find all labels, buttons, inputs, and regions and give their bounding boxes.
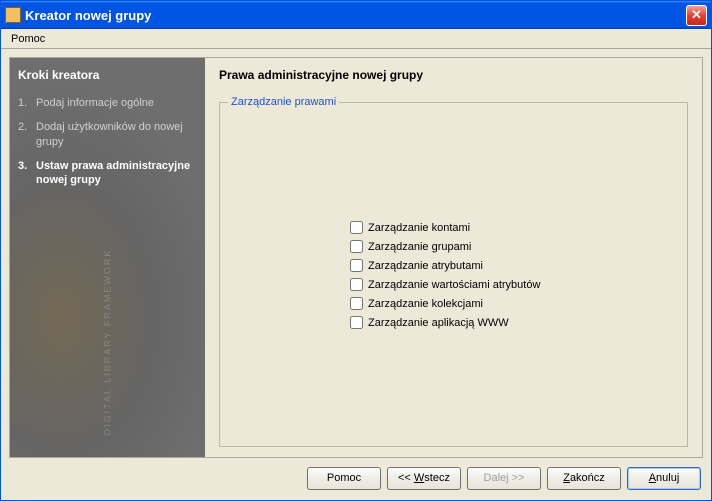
checkbox-www[interactable] bbox=[350, 316, 363, 329]
right-panel: Prawa administracyjne nowej grupy Zarząd… bbox=[205, 58, 702, 457]
checkbox-accounts[interactable] bbox=[350, 221, 363, 234]
checkbox-row-collections: Zarządzanie kolekcjami bbox=[350, 297, 677, 310]
checkbox-label: Zarządzanie atrybutami bbox=[368, 260, 483, 272]
checkbox-row-groups: Zarządzanie grupami bbox=[350, 240, 677, 253]
next-button: Dalej >> bbox=[467, 467, 541, 490]
checkbox-row-accounts: Zarządzanie kontami bbox=[350, 221, 677, 234]
checkbox-label: Zarządzanie wartościami atrybutów bbox=[368, 279, 540, 291]
finish-button[interactable]: Zakończ bbox=[547, 467, 621, 490]
step-list: 1. Podaj informacje ogólne 2. Dodaj użyt… bbox=[18, 96, 197, 187]
help-button[interactable]: Pomoc bbox=[307, 467, 381, 490]
menu-help[interactable]: Pomoc bbox=[5, 31, 51, 47]
button-bar: Pomoc << Wstecz Dalej >> Zakończ Anuluj bbox=[9, 458, 703, 492]
menubar: Pomoc bbox=[1, 29, 711, 49]
fieldset-legend: Zarządzanie prawami bbox=[228, 96, 339, 108]
checkbox-row-attr-values: Zarządzanie wartościami atrybutów bbox=[350, 278, 677, 291]
close-icon: ✕ bbox=[691, 7, 702, 23]
sidebar-title: Kroki kreatora bbox=[18, 68, 197, 82]
step-num: 3. bbox=[18, 159, 36, 188]
main-area: Kroki kreatora 1. Podaj informacje ogóln… bbox=[9, 57, 703, 458]
checkbox-label: Zarządzanie aplikacją WWW bbox=[368, 317, 509, 329]
checkbox-label: Zarządzanie kontami bbox=[368, 222, 470, 234]
titlebar: Kreator nowej grupy ✕ bbox=[1, 1, 711, 29]
rights-fieldset: Zarządzanie prawami Zarządzanie kontami … bbox=[219, 102, 688, 447]
sidebar-watermark: DIGITAL LIBRARY FRAMEWORK bbox=[103, 245, 113, 440]
checkbox-collections[interactable] bbox=[350, 297, 363, 310]
window-title: Kreator nowej grupy bbox=[25, 8, 686, 23]
step-label: Dodaj użytkowników do nowej grupy bbox=[36, 120, 197, 149]
checkbox-label: Zarządzanie kolekcjami bbox=[368, 298, 483, 310]
checkbox-row-attributes: Zarządzanie atrybutami bbox=[350, 259, 677, 272]
step-item-2: 2. Dodaj użytkowników do nowej grupy bbox=[18, 120, 197, 149]
back-button[interactable]: << Wstecz bbox=[387, 467, 461, 490]
step-item-3: 3. Ustaw prawa administracyjne nowej gru… bbox=[18, 159, 197, 188]
close-button[interactable]: ✕ bbox=[686, 5, 707, 26]
step-num: 2. bbox=[18, 120, 36, 149]
wizard-window: Kreator nowej grupy ✕ Pomoc Kroki kreato… bbox=[0, 0, 712, 501]
step-item-1: 1. Podaj informacje ogólne bbox=[18, 96, 197, 110]
checkbox-attributes[interactable] bbox=[350, 259, 363, 272]
checkbox-groups[interactable] bbox=[350, 240, 363, 253]
cancel-button[interactable]: Anuluj bbox=[627, 467, 701, 490]
checkbox-attr-values[interactable] bbox=[350, 278, 363, 291]
checkbox-label: Zarządzanie grupami bbox=[368, 241, 471, 253]
step-label: Ustaw prawa administracyjne nowej grupy bbox=[36, 159, 197, 188]
step-label: Podaj informacje ogólne bbox=[36, 96, 197, 110]
checkbox-row-www: Zarządzanie aplikacją WWW bbox=[350, 316, 677, 329]
panel-title: Prawa administracyjne nowej grupy bbox=[219, 68, 688, 82]
step-num: 1. bbox=[18, 96, 36, 110]
wizard-sidebar: Kroki kreatora 1. Podaj informacje ogóln… bbox=[10, 58, 205, 457]
content-area: Kroki kreatora 1. Podaj informacje ogóln… bbox=[1, 49, 711, 500]
app-icon bbox=[5, 7, 21, 23]
checkbox-group: Zarządzanie kontami Zarządzanie grupami … bbox=[350, 221, 677, 329]
